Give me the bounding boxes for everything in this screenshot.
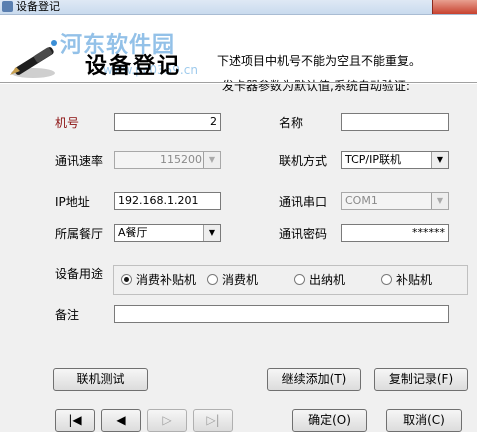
radio-label: 消费机 (222, 273, 259, 287)
machine-no-input[interactable]: 2 (114, 113, 221, 131)
machine-no-label: 机号 (55, 116, 80, 130)
restaurant-select[interactable]: A餐厅 ▼ (114, 224, 221, 242)
baud-rate-select[interactable]: 115200 ▼ (114, 151, 221, 169)
usage-radio-consume[interactable]: 消费机 (207, 273, 258, 287)
connection-mode-label: 联机方式 (279, 154, 328, 168)
serial-port-label: 通讯串口 (279, 195, 328, 209)
header-note-1: 下述项目中机号不能为空且不能重复。 (217, 54, 422, 68)
remarks-input[interactable] (114, 305, 449, 323)
close-button[interactable] (432, 0, 477, 14)
radio-label: 消费补贴机 (136, 273, 197, 287)
test-connection-button[interactable]: 联机测试 (53, 368, 148, 391)
header-note-2: 发卡器参数为默认值,系统自动验证: (222, 79, 410, 93)
ip-address-label: IP地址 (55, 195, 90, 209)
radio-icon (381, 274, 392, 285)
baud-rate-value: 115200 (160, 153, 202, 166)
radio-label: 出纳机 (309, 273, 346, 287)
device-usage-group: 消费补贴机 消费机 出纳机 补贴机 (113, 265, 468, 295)
app-icon (2, 1, 13, 12)
usage-radio-subsidy[interactable]: 补贴机 (381, 273, 432, 287)
chevron-down-icon: ▼ (203, 225, 220, 241)
radio-selected-icon (121, 274, 132, 285)
restaurant-label: 所属餐厅 (55, 227, 104, 241)
pen-icon (10, 40, 57, 78)
title-bar: 设备登记 (0, 0, 477, 15)
radio-label: 补贴机 (396, 273, 433, 287)
copy-record-button[interactable]: 复制记录(F) (374, 368, 468, 391)
chevron-down-icon: ▼ (431, 152, 448, 168)
chevron-down-icon: ▼ (431, 193, 448, 209)
window-title: 设备登记 (16, 0, 60, 13)
serial-port-select[interactable]: COM1 ▼ (341, 192, 449, 210)
comm-password-input[interactable]: ****** (341, 224, 449, 242)
name-input[interactable] (341, 113, 449, 131)
remarks-label: 备注 (55, 308, 80, 322)
serial-port-value: COM1 (345, 194, 378, 207)
comm-password-label: 通讯密码 (279, 227, 328, 241)
usage-radio-cashier[interactable]: 出纳机 (294, 273, 345, 287)
device-usage-label: 设备用途 (55, 267, 104, 281)
name-label: 名称 (279, 116, 304, 130)
usage-radio-consume-subsidy[interactable]: 消费补贴机 (121, 273, 196, 287)
dialog-header: 河东软件园 www.pc0359.cn 设备登记 下述项目中机号不能为空且不能重… (0, 15, 477, 93)
radio-icon (207, 274, 218, 285)
header-title: 设备登记 (85, 54, 182, 79)
restaurant-value: A餐厅 (118, 226, 148, 239)
chevron-down-icon: ▼ (203, 152, 220, 168)
radio-icon (294, 274, 305, 285)
continue-add-button[interactable]: 继续添加(T) (267, 368, 361, 391)
ip-address-input[interactable]: 192.168.1.201 (114, 192, 221, 210)
header-divider (0, 82, 477, 84)
connection-mode-value: TCP/IP联机 (345, 153, 401, 166)
connection-mode-select[interactable]: TCP/IP联机 ▼ (341, 151, 449, 169)
baud-rate-label: 通讯速率 (55, 154, 104, 168)
